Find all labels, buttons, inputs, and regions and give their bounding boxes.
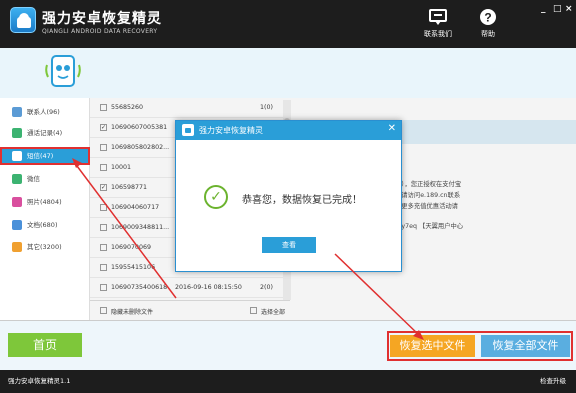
annotation-arrow-line (334, 253, 421, 337)
annotation-arrowhead (72, 158, 82, 168)
annotation-arrows (72, 158, 424, 340)
annotation-arrow-line (73, 161, 177, 299)
